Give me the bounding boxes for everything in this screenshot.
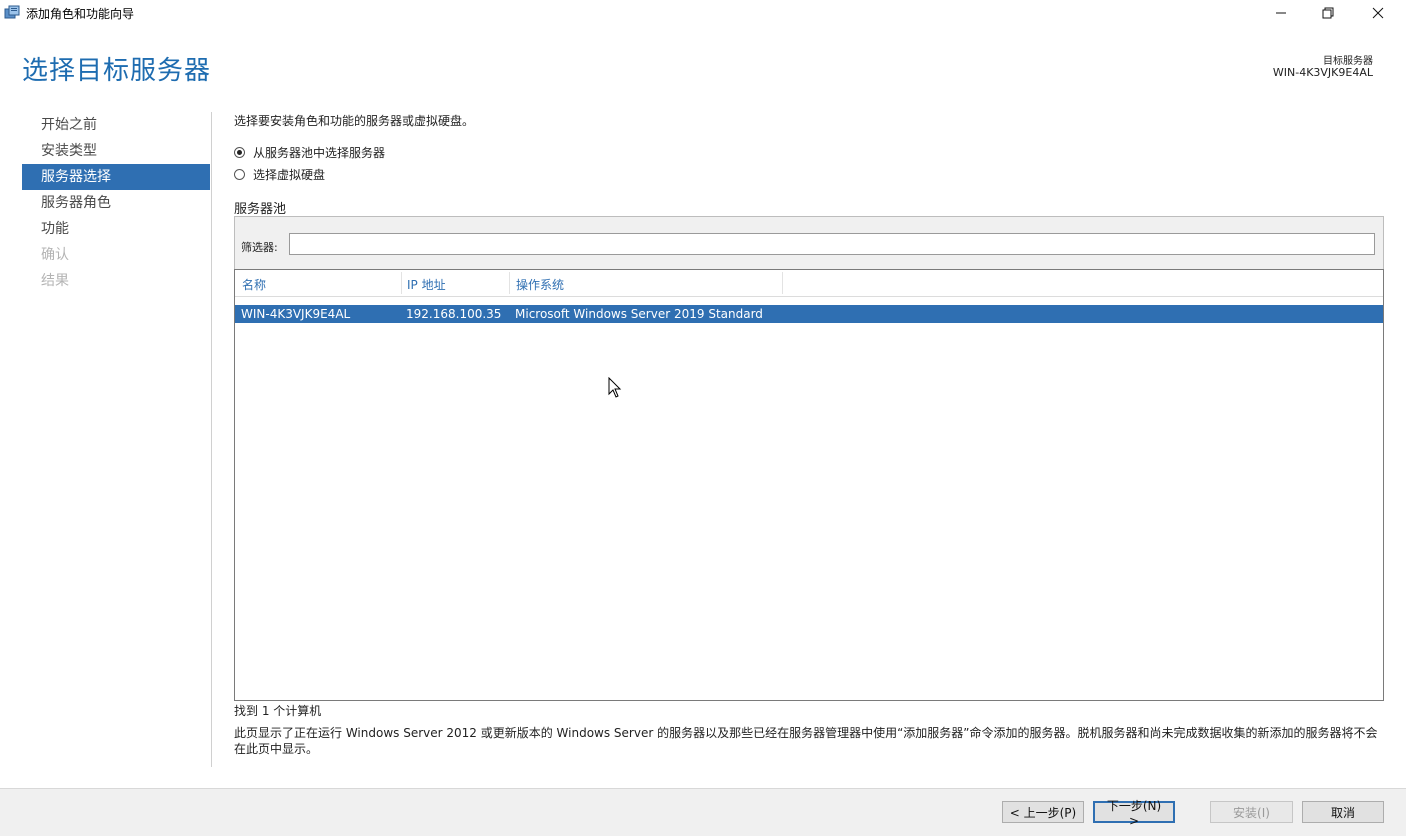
server-pool-label: 服务器池 (234, 202, 287, 217)
row-server-os: Microsoft Windows Server 2019 Standard (515, 307, 763, 321)
instruction-text: 选择要安装角色和功能的服务器或虚拟硬盘。 (234, 114, 475, 128)
next-button[interactable]: 下一步(N) > (1093, 799, 1175, 828)
target-server-value: WIN-4K3VJK9E4AL (1272, 66, 1373, 79)
nav-step-confirmation: 确认 (41, 247, 69, 263)
radio-vhd-label: 选择虚拟硬盘 (253, 168, 326, 182)
radio-server-pool-label: 从服务器池中选择服务器 (253, 146, 386, 160)
nav-step-installation-type[interactable]: 安装类型 (22, 138, 210, 164)
nav-step-before-you-begin[interactable]: 开始之前 (22, 112, 210, 138)
description-text: 此页显示了正在运行 Windows Server 2012 或更新版本的 Win… (234, 726, 1378, 756)
title-bar[interactable]: 添加角色和功能向导 (0, 0, 1406, 26)
target-server-label: 目标服务器 (1323, 56, 1373, 67)
column-separator[interactable] (782, 272, 783, 294)
close-icon (1372, 7, 1384, 19)
radio-button-unchecked[interactable] (234, 169, 245, 180)
minimize-button[interactable] (1258, 0, 1304, 26)
filter-label: 筛选器: (241, 241, 278, 254)
cancel-button[interactable]: 取消 (1302, 801, 1384, 823)
nav-divider (211, 112, 212, 767)
page-title: 选择目标服务器 (22, 56, 212, 86)
filter-input[interactable] (289, 233, 1375, 255)
row-server-ip: 192.168.100.35 (406, 307, 502, 321)
wizard-footer: < 上一步(P) 下一步(N) > 安装(I) 取消 (0, 788, 1406, 836)
row-server-name: WIN-4K3VJK9E4AL (241, 307, 351, 321)
nav-step-server-roles[interactable]: 服务器角色 (22, 190, 210, 216)
server-pool-table[interactable]: 名称 IP 地址 操作系统 WIN-4K3VJK9E4AL 192.168.10… (234, 269, 1384, 701)
server-manager-icon (4, 4, 20, 20)
radio-button-checked[interactable] (234, 147, 245, 158)
column-header-ip[interactable]: IP 地址 (407, 276, 446, 293)
wizard-steps-nav: 开始之前 安装类型 服务器选择 服务器角色 功能 确认 结果 (22, 112, 210, 294)
table-row[interactable]: WIN-4K3VJK9E4AL 192.168.100.35 Microsoft… (235, 305, 1383, 323)
filter-bar: 筛选器: (234, 216, 1384, 269)
column-header-name[interactable]: 名称 (242, 276, 266, 293)
install-button: 安装(I) (1210, 801, 1293, 823)
radio-vhd-option[interactable]: 选择虚拟硬盘 (234, 166, 325, 183)
radio-server-pool-option[interactable]: 从服务器池中选择服务器 (234, 144, 385, 161)
nav-step-results: 结果 (41, 273, 69, 289)
column-separator[interactable] (401, 272, 402, 294)
previous-button[interactable]: < 上一步(P) (1002, 801, 1084, 823)
mouse-cursor-icon (608, 376, 622, 403)
found-count-text: 找到 1 个计算机 (234, 704, 322, 718)
window-title: 添加角色和功能向导 (26, 7, 135, 21)
column-header-os[interactable]: 操作系统 (516, 276, 564, 293)
column-separator[interactable] (509, 272, 510, 294)
nav-step-features[interactable]: 功能 (22, 216, 210, 242)
table-header: 名称 IP 地址 操作系统 (235, 270, 1383, 297)
minimize-icon (1276, 12, 1286, 14)
restore-button[interactable] (1305, 0, 1351, 26)
nav-step-server-selection[interactable]: 服务器选择 (22, 164, 210, 190)
close-button[interactable] (1355, 0, 1401, 26)
restore-icon (1322, 7, 1334, 19)
